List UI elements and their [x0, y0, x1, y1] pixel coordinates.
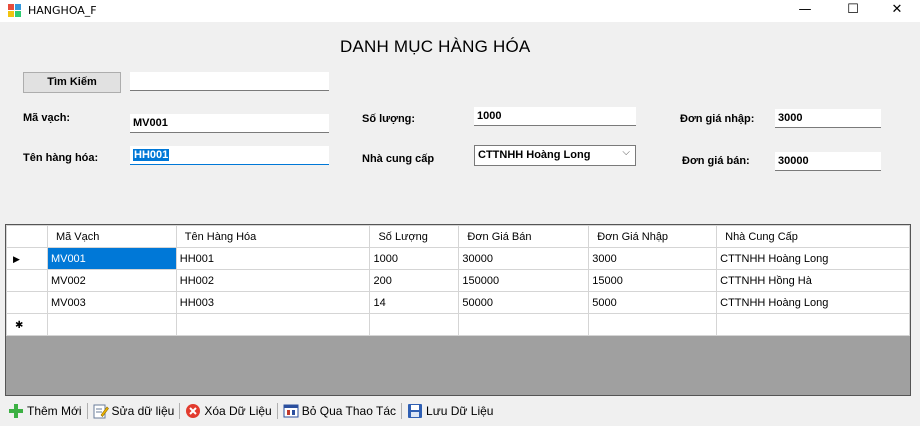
- table-cell[interactable]: [46, 313, 177, 336]
- table-cell[interactable]: 15000: [588, 269, 718, 292]
- save-data-label: Lưu Dữ Liệu: [426, 404, 494, 418]
- add-icon: [8, 403, 24, 419]
- supplier-label: Nhà cung cấp: [362, 153, 435, 165]
- toolbar-separator: [86, 403, 88, 419]
- table-cell[interactable]: CTTNHH Hoàng Long: [716, 291, 910, 314]
- supplier-combobox[interactable]: CTTNHH Hoàng Long ⌵: [474, 145, 636, 166]
- toolbar-separator: [179, 403, 181, 419]
- new-row-icon: ✱: [15, 319, 24, 331]
- edit-icon: [93, 403, 109, 419]
- minimize-button[interactable]: —: [782, 0, 828, 22]
- row-header[interactable]: ✱: [6, 313, 48, 336]
- search-input[interactable]: [130, 72, 329, 91]
- title-bar: HANGHOA_F — ☐ ✕: [0, 0, 920, 22]
- table-row[interactable]: ▶ MV001 HH001 1000 30000 3000 CTTNHH Hoà…: [6, 247, 910, 270]
- table-cell[interactable]: MV001: [46, 247, 177, 270]
- column-header-quantity[interactable]: Số Lượng: [369, 225, 460, 248]
- product-grid[interactable]: Mã Vạch Tên Hàng Hóa Số Lượng Đơn Giá Bá…: [5, 224, 911, 396]
- close-button[interactable]: ✕: [874, 0, 920, 22]
- table-cell[interactable]: [175, 313, 371, 336]
- quantity-label: Số lượng:: [362, 113, 416, 125]
- edit-data-label: Sửa dữ liệu: [111, 404, 175, 418]
- table-cell[interactable]: 14: [369, 291, 460, 314]
- product-name-label: Tên hàng hóa:: [23, 152, 99, 164]
- column-header-sell-price[interactable]: Đơn Giá Bán: [458, 225, 590, 248]
- table-cell[interactable]: HH001: [175, 247, 371, 270]
- table-cell[interactable]: HH003: [175, 291, 371, 314]
- new-row[interactable]: ✱: [6, 313, 910, 336]
- table-cell[interactable]: 5000: [588, 291, 718, 314]
- row-header[interactable]: ▶: [6, 247, 48, 270]
- table-row[interactable]: MV002 HH002 200 150000 15000 CTTNHH Hồng…: [6, 269, 910, 292]
- column-header-buy-price[interactable]: Đơn Giá Nhập: [588, 225, 718, 248]
- barcode-field[interactable]: MV001: [130, 114, 329, 133]
- toolbar-separator: [401, 403, 403, 419]
- table-cell[interactable]: CTTNHH Hoàng Long: [716, 247, 910, 270]
- column-header-product-name[interactable]: Tên Hàng Hóa: [175, 225, 371, 248]
- sell-price-label: Đơn giá bán:: [682, 155, 750, 167]
- delete-data-button[interactable]: Xóa Dữ Liệu: [181, 401, 275, 421]
- table-cell[interactable]: 3000: [588, 247, 718, 270]
- table-cell[interactable]: CTTNHH Hồng Hà: [716, 269, 910, 292]
- sell-price-field[interactable]: 30000: [775, 152, 881, 171]
- product-name-selected-text: HH001: [133, 149, 170, 161]
- table-cell[interactable]: MV003: [46, 291, 177, 314]
- buy-price-field[interactable]: 3000: [775, 109, 881, 128]
- table-cell[interactable]: HH002: [175, 269, 371, 292]
- delete-data-label: Xóa Dữ Liệu: [204, 404, 272, 418]
- quantity-field[interactable]: 1000: [474, 107, 636, 126]
- app-icon: [8, 4, 22, 18]
- table-cell[interactable]: [716, 313, 910, 336]
- add-new-button[interactable]: Thêm Mới: [4, 401, 86, 421]
- table-row[interactable]: MV003 HH003 14 50000 5000 CTTNHH Hoàng L…: [6, 291, 910, 314]
- skip-action-label: Bỏ Qua Thao Tác: [301, 404, 397, 418]
- table-cell[interactable]: 150000: [458, 269, 590, 292]
- skip-action-button[interactable]: Bỏ Qua Thao Tác: [279, 401, 400, 421]
- table-cell[interactable]: [458, 313, 590, 336]
- edit-data-button[interactable]: Sửa dữ liệu: [89, 401, 179, 421]
- product-name-field[interactable]: HH001: [130, 146, 329, 165]
- search-button[interactable]: Tìm Kiếm: [23, 72, 121, 93]
- table-cell[interactable]: 200: [369, 269, 460, 292]
- delete-icon: [185, 403, 201, 419]
- supplier-selected-value: CTTNHH Hoàng Long: [478, 149, 591, 161]
- row-header[interactable]: [6, 291, 48, 314]
- table-cell[interactable]: MV002: [46, 269, 177, 292]
- table-cell[interactable]: [369, 313, 460, 336]
- table-cell[interactable]: 30000: [458, 247, 590, 270]
- window-title: HANGHOA_F: [28, 4, 97, 17]
- product-table: Mã Vạch Tên Hàng Hóa Số Lượng Đơn Giá Bá…: [6, 225, 910, 336]
- skip-icon: [283, 403, 299, 419]
- column-header-barcode[interactable]: Mã Vạch: [46, 225, 177, 248]
- row-header-corner: [6, 225, 48, 248]
- table-cell[interactable]: 50000: [458, 291, 590, 314]
- action-toolbar: Thêm Mới Sửa dữ liệu Xóa Dữ Liệu Bỏ Qua …: [0, 400, 920, 422]
- page-title: DANH MỤC HÀNG HÓA: [340, 37, 531, 56]
- buy-price-label: Đơn giá nhập:: [680, 113, 755, 125]
- save-icon: [407, 403, 423, 419]
- toolbar-separator: [276, 403, 278, 419]
- table-cell[interactable]: 1000: [369, 247, 460, 270]
- column-header-supplier[interactable]: Nhà Cung Cấp: [716, 225, 910, 248]
- table-cell[interactable]: [588, 313, 718, 336]
- save-data-button[interactable]: Lưu Dữ Liệu: [403, 401, 497, 421]
- row-header[interactable]: [6, 269, 48, 292]
- add-new-label: Thêm Mới: [27, 404, 82, 418]
- maximize-button[interactable]: ☐: [830, 0, 876, 22]
- current-row-icon: ▶: [13, 253, 20, 264]
- grid-header-row: Mã Vạch Tên Hàng Hóa Số Lượng Đơn Giá Bá…: [6, 225, 910, 248]
- chevron-down-icon[interactable]: ⌵: [622, 147, 630, 158]
- barcode-label: Mã vạch:: [23, 112, 71, 124]
